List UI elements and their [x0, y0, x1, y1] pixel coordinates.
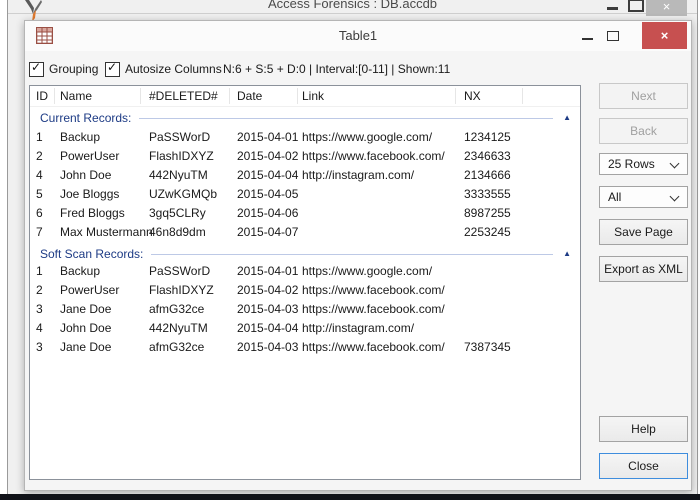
- column-separator: [140, 88, 141, 104]
- column-separator: [54, 88, 55, 104]
- table-row[interactable]: 7 Max Mustermann 46n8d9dm 2015-04-07 225…: [30, 223, 580, 242]
- group-header-current-records[interactable]: Current Records: ▲: [30, 108, 580, 128]
- record-filter-value: All: [608, 190, 622, 204]
- column-separator: [522, 88, 523, 104]
- table-row[interactable]: 5 Joe Bloggs UZwKGMQb 2015-04-05 3333555: [30, 185, 580, 204]
- save-page-button[interactable]: Save Page: [599, 219, 688, 245]
- status-text: N:6 + S:5 + D:0 | Interval:[0-11] | Show…: [223, 62, 451, 76]
- table-row[interactable]: 4 John Doe 442NyuTM 2015-04-04 http://in…: [30, 319, 580, 338]
- group-rule: [139, 117, 554, 119]
- dialog-close-button[interactable]: ×: [642, 22, 687, 49]
- table-row[interactable]: 6 Fred Bloggs 3gq5CLRy 2015-04-06 898725…: [30, 204, 580, 223]
- table-row[interactable]: 2 PowerUser FlashIDXYZ 2015-04-02 https:…: [30, 147, 580, 166]
- table-row[interactable]: 3 Jane Doe afmG32ce 2015-04-03 https://w…: [30, 300, 580, 319]
- table-row[interactable]: 2 PowerUser FlashIDXYZ 2015-04-02 https:…: [30, 281, 580, 300]
- autosize-columns-label: Autosize Columns: [125, 62, 222, 76]
- column-separator: [229, 88, 230, 104]
- column-separator: [297, 88, 298, 104]
- group-header-soft-scan-records[interactable]: Soft Scan Records: ▲: [30, 244, 580, 264]
- next-button[interactable]: Next: [599, 83, 688, 109]
- dialog-maximize-button[interactable]: [603, 23, 625, 49]
- outer-titlebar: Access Forensics : DB.accdb: [8, 0, 697, 14]
- table-row[interactable]: 1 Backup PaSSWorD 2015-04-01 https://www…: [30, 262, 580, 281]
- close-button[interactable]: Close: [599, 453, 688, 479]
- outer-window-title: Access Forensics : DB.accdb: [267, 0, 438, 11]
- column-header-name[interactable]: Name: [60, 86, 92, 106]
- grouping-checkbox[interactable]: ✓ Grouping: [29, 59, 98, 79]
- column-header-nx[interactable]: NX: [464, 86, 481, 106]
- outer-maximize-button[interactable]: [624, 0, 646, 12]
- records-list[interactable]: ID Name #DELETED# Date Link NX Current R…: [29, 85, 581, 480]
- checkbox-checked-icon: ✓: [29, 60, 44, 77]
- rows-per-page-select[interactable]: 25 Rows: [599, 153, 688, 175]
- list-header: ID Name #DELETED# Date Link NX: [30, 86, 580, 107]
- grouping-label: Grouping: [49, 62, 99, 76]
- screen: Access Forensics : DB.accdb × Table1 × ✓…: [0, 0, 700, 500]
- outer-minimize-button[interactable]: [602, 0, 624, 12]
- help-button[interactable]: Help: [599, 416, 688, 442]
- chevron-down-icon: [669, 158, 680, 169]
- toolbar-row: ✓ Grouping ✓ Autosize Columns N:6 + S:5 …: [25, 59, 691, 81]
- table-row[interactable]: 1 Backup PaSSWorD 2015-04-01 https://www…: [30, 128, 580, 147]
- chevron-down-icon: [669, 191, 680, 202]
- collapse-group-icon[interactable]: ▲: [563, 250, 571, 258]
- export-as-xml-button[interactable]: Export as XML: [599, 256, 688, 282]
- outer-window-controls: ×: [602, 0, 687, 16]
- column-header-deleted[interactable]: #DELETED#: [149, 86, 218, 106]
- group-rule: [151, 253, 554, 255]
- back-button[interactable]: Back: [599, 118, 688, 144]
- dialog-minimize-button[interactable]: [577, 23, 599, 49]
- table-row[interactable]: 3 Jane Doe afmG32ce 2015-04-03 https://w…: [30, 338, 580, 357]
- background-window-edge: [0, 494, 700, 500]
- rows-per-page-value: 25 Rows: [608, 157, 655, 171]
- column-header-link[interactable]: Link: [302, 86, 324, 106]
- column-separator: [455, 88, 456, 104]
- collapse-group-icon[interactable]: ▲: [563, 114, 571, 122]
- table-row[interactable]: 4 John Doe 442NyuTM 2015-04-04 http://in…: [30, 166, 580, 185]
- checkbox-checked-icon: ✓: [105, 60, 120, 77]
- column-header-date[interactable]: Date: [237, 86, 262, 106]
- outer-close-button[interactable]: ×: [646, 0, 687, 16]
- record-filter-select[interactable]: All: [599, 186, 688, 208]
- dialog-titlebar: Table1 ×: [25, 21, 691, 51]
- autosize-columns-checkbox[interactable]: ✓ Autosize Columns: [105, 59, 222, 79]
- table1-dialog: Table1 × ✓ Grouping ✓ Autosize Columns N…: [24, 20, 692, 491]
- column-header-id[interactable]: ID: [36, 86, 48, 106]
